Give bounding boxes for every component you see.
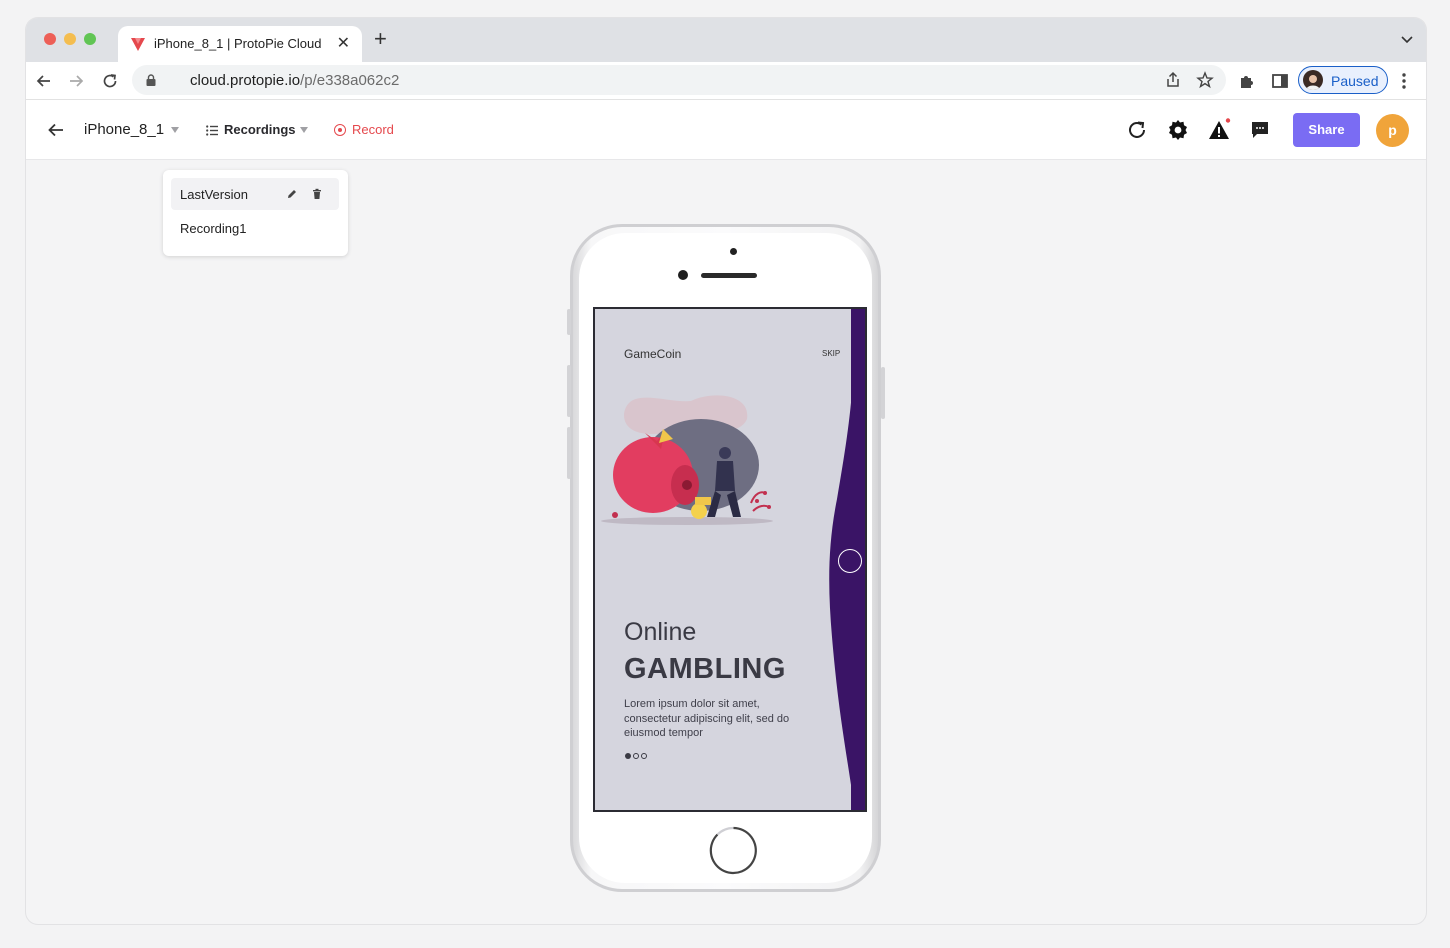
forward-icon[interactable] xyxy=(66,71,86,91)
headline-bold: GAMBLING xyxy=(624,653,786,685)
iphone-device-frame: GameCoin SKIP Online GAMBLING Lorem ipsu… xyxy=(567,224,885,892)
recording-item-label: LastVersion xyxy=(180,187,248,202)
record-icon[interactable] xyxy=(334,124,346,136)
menu-kebab-icon[interactable] xyxy=(1402,72,1406,90)
phone-face: GameCoin SKIP Online GAMBLING Lorem ipsu… xyxy=(579,233,872,883)
mute-switch xyxy=(567,309,571,335)
profile-avatar xyxy=(1303,70,1323,90)
power-button xyxy=(881,367,885,419)
earpiece-speaker xyxy=(701,273,757,278)
tab-title: iPhone_8_1 | ProtoPie Cloud xyxy=(154,36,322,51)
maximize-window-button[interactable] xyxy=(84,33,96,45)
warning-icon[interactable] xyxy=(1207,118,1231,142)
trash-icon[interactable] xyxy=(311,188,323,200)
profile-status-label: Paused xyxy=(1331,73,1379,89)
list-icon xyxy=(206,125,218,136)
profile-paused-chip[interactable]: Paused xyxy=(1298,66,1388,94)
headline-light: Online xyxy=(624,618,697,646)
share-page-icon[interactable] xyxy=(1164,71,1182,89)
skip-button[interactable]: SKIP xyxy=(822,349,840,358)
side-panel-icon[interactable] xyxy=(1270,71,1290,91)
app-brand-name: GameCoin xyxy=(624,347,682,361)
recording-item-lastversion[interactable]: LastVersion xyxy=(171,178,339,210)
minimize-window-button[interactable] xyxy=(64,33,76,45)
page-dot-active xyxy=(625,753,631,759)
tab-list-chevron-icon[interactable] xyxy=(1400,32,1414,46)
swipe-circle-button[interactable] xyxy=(838,549,862,573)
record-button[interactable]: Record xyxy=(352,122,394,137)
front-camera xyxy=(678,270,688,280)
page-dot xyxy=(641,753,647,759)
project-name[interactable]: iPhone_8_1 xyxy=(84,121,164,138)
app-toolbar: iPhone_8_1 Recordings Record Share p xyxy=(26,100,1426,160)
browser-window: iPhone_8_1 | ProtoPie Cloud ✕ + cloud.pr… xyxy=(26,18,1426,924)
page-dot xyxy=(633,753,639,759)
protopie-favicon-icon xyxy=(131,38,145,51)
user-avatar[interactable]: p xyxy=(1376,114,1409,147)
settings-gear-icon[interactable] xyxy=(1166,118,1190,142)
url-text[interactable]: cloud.protopie.io/p/e338a062c2 xyxy=(190,72,399,89)
back-icon[interactable] xyxy=(34,71,54,91)
page-indicator xyxy=(625,753,647,759)
omnibox[interactable]: cloud.protopie.io/p/e338a062c2 xyxy=(132,65,1226,95)
edit-pencil-icon[interactable] xyxy=(286,188,298,200)
tab-bar: iPhone_8_1 | ProtoPie Cloud ✕ + xyxy=(26,18,1426,62)
volume-down-button xyxy=(567,427,571,479)
new-tab-button[interactable]: + xyxy=(374,28,387,50)
lock-icon[interactable] xyxy=(146,74,156,86)
bookmark-star-icon[interactable] xyxy=(1196,71,1214,89)
address-toolbar: cloud.protopie.io/p/e338a062c2 Paused xyxy=(26,62,1426,100)
comment-icon[interactable] xyxy=(1248,118,1272,142)
reload-icon[interactable] xyxy=(100,71,120,91)
project-caret-icon[interactable] xyxy=(171,127,179,133)
refresh-icon[interactable] xyxy=(1125,118,1149,142)
recording-item-label: Recording1 xyxy=(180,221,247,236)
recording-item-recording1[interactable]: Recording1 xyxy=(171,212,339,244)
piggy-bank-illustration xyxy=(601,395,773,525)
back-arrow-icon[interactable] xyxy=(46,120,66,140)
tab-close-icon[interactable]: ✕ xyxy=(337,33,350,53)
recordings-caret-icon[interactable] xyxy=(300,127,308,133)
prototype-screen[interactable]: GameCoin SKIP Online GAMBLING Lorem ipsu… xyxy=(593,307,867,812)
share-button[interactable]: Share xyxy=(1293,113,1360,147)
recordings-menu: LastVersion Recording1 xyxy=(163,170,348,256)
browser-tab[interactable]: iPhone_8_1 | ProtoPie Cloud ✕ xyxy=(118,26,362,62)
body-text: Lorem ipsum dolor sit amet, consectetur … xyxy=(624,698,790,739)
proximity-sensor xyxy=(730,248,737,255)
close-window-button[interactable] xyxy=(44,33,56,45)
extensions-icon[interactable] xyxy=(1237,71,1257,91)
home-button[interactable] xyxy=(709,826,758,875)
volume-up-button xyxy=(567,365,571,417)
recordings-dropdown[interactable]: Recordings xyxy=(224,122,296,137)
